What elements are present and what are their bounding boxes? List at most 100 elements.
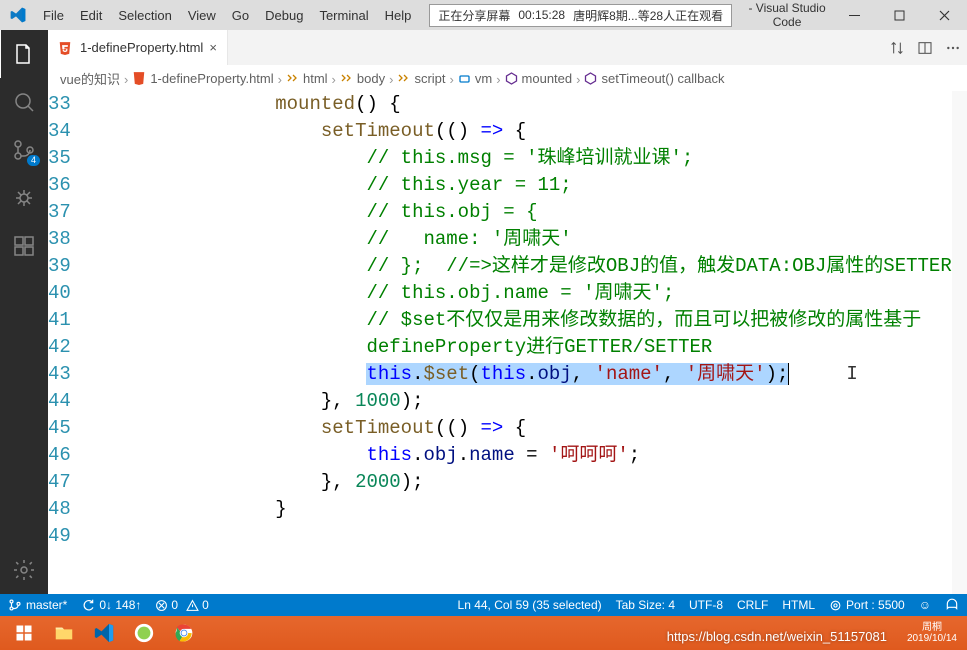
window-title: - Visual Studio Code (732, 1, 832, 29)
code-line: // this.msg = '珠峰培训就业课'; (93, 145, 952, 172)
activity-settings[interactable] (0, 546, 48, 594)
taskbar-explorer[interactable] (46, 619, 82, 647)
symbol-variable-icon (458, 72, 471, 85)
status-sync[interactable]: 0↓ 148↑ (81, 598, 141, 612)
taskbar-app[interactable] (126, 619, 162, 647)
compare-changes-icon[interactable] (883, 30, 911, 65)
code-line: // $set不仅仅是用来修改数据的，而且可以把被修改的属性基于 (93, 307, 952, 334)
activity-bar: 4 (0, 30, 48, 594)
code-line: this.$set(this.obj, 'name', '周啸天'); I (93, 361, 952, 388)
code-line: this.obj.name = '呵呵呵'; (93, 442, 952, 469)
line-number: 33 (48, 91, 71, 118)
line-number: 35 (48, 145, 71, 172)
line-number: 42 (48, 334, 71, 361)
breadcrumb-item[interactable]: mounted (505, 71, 573, 86)
tab-file[interactable]: 1-defineProperty.html × (48, 30, 228, 65)
menu-selection[interactable]: Selection (110, 8, 179, 23)
line-number: 38 (48, 226, 71, 253)
line-number: 43 (48, 361, 71, 388)
line-number: 41 (48, 307, 71, 334)
breadcrumb-item[interactable]: setTimeout() callback (584, 71, 724, 86)
status-eol[interactable]: CRLF (737, 598, 768, 612)
symbol-tag-icon (397, 72, 410, 85)
activity-extensions[interactable] (0, 222, 48, 270)
symbol-tag-icon (286, 72, 299, 85)
minimap-canvas (952, 91, 967, 571)
breadcrumb-item[interactable]: script (397, 71, 445, 86)
code-editor[interactable]: 3334353637383940414243444546474849 mount… (48, 91, 967, 594)
menu-bar: File Edit Selection View Go Debug Termin… (35, 8, 419, 23)
symbol-method-icon (584, 72, 597, 85)
tab-bar: 1-defineProperty.html × (48, 30, 967, 65)
windows-taskbar: https://blog.csdn.net/weixin_51157081 周桐… (0, 616, 967, 650)
line-number: 47 (48, 469, 71, 496)
symbol-method-icon (505, 72, 518, 85)
status-tabsize[interactable]: Tab Size: 4 (616, 598, 675, 612)
window-close-button[interactable] (922, 0, 967, 30)
line-number: 34 (48, 118, 71, 145)
minimap[interactable] (952, 91, 967, 594)
breadcrumb-item[interactable]: html (286, 71, 328, 86)
breadcrumb: vue的知识› 1-defineProperty.html › html› bo… (48, 65, 967, 91)
status-problems[interactable]: 0 0 (155, 598, 208, 612)
title-bar: File Edit Selection View Go Debug Termin… (0, 0, 967, 30)
share-time: 00:15:28 (518, 8, 565, 22)
code-line: // }; //=>这样才是修改OBJ的值，触发DATA:OBJ属性的SETTE… (93, 253, 952, 280)
breadcrumb-item[interactable]: 1-defineProperty.html (132, 71, 273, 86)
breadcrumb-item[interactable]: vue的知识 (60, 69, 120, 88)
activity-scm[interactable]: 4 (0, 126, 48, 174)
status-notifications[interactable] (945, 598, 959, 612)
code-line: // this.obj = { (93, 199, 952, 226)
code-line: }, 1000); (93, 388, 952, 415)
status-lang[interactable]: HTML (782, 598, 815, 612)
activity-explorer[interactable] (0, 30, 49, 78)
line-number: 37 (48, 199, 71, 226)
line-number-gutter: 3334353637383940414243444546474849 (48, 91, 93, 594)
status-branch[interactable]: master* (8, 598, 67, 612)
tab-close-icon[interactable]: × (209, 40, 217, 55)
code-content[interactable]: mounted() { setTimeout(() => { // this.m… (93, 91, 952, 594)
code-line: defineProperty进行GETTER/SETTER (93, 334, 952, 361)
menu-terminal[interactable]: Terminal (311, 8, 376, 23)
code-line: // this.obj.name = '周啸天'; (93, 280, 952, 307)
more-actions-icon[interactable] (939, 30, 967, 65)
menu-file[interactable]: File (35, 8, 72, 23)
status-port[interactable]: Port : 5500 (829, 598, 905, 612)
menu-go[interactable]: Go (224, 8, 257, 23)
breadcrumb-item[interactable]: vm (458, 71, 492, 86)
html-file-icon (132, 71, 146, 85)
breadcrumb-item[interactable]: body (340, 71, 385, 86)
split-editor-icon[interactable] (911, 30, 939, 65)
code-line: } (93, 496, 952, 523)
window-maximize-button[interactable] (877, 0, 922, 30)
line-number: 45 (48, 415, 71, 442)
code-line: mounted() { (93, 91, 952, 118)
line-number: 49 (48, 523, 71, 550)
code-line: // this.year = 11; (93, 172, 952, 199)
share-people: 唐明辉8期...等28人正在观看 (573, 7, 723, 24)
html-file-icon (58, 41, 74, 55)
start-button[interactable] (6, 619, 42, 647)
screen-share-banner[interactable]: 正在分享屏幕 00:15:28 唐明辉8期...等28人正在观看 (429, 4, 732, 27)
taskbar-vscode[interactable] (86, 619, 122, 647)
tab-label: 1-defineProperty.html (80, 40, 203, 55)
window-minimize-button[interactable] (832, 0, 877, 30)
status-bar: master* 0↓ 148↑ 0 0 Ln 44, Col 59 (35 se… (0, 594, 967, 616)
menu-help[interactable]: Help (377, 8, 420, 23)
line-number: 40 (48, 280, 71, 307)
line-number: 48 (48, 496, 71, 523)
status-feedback[interactable]: ☺ (919, 598, 931, 612)
activity-search[interactable] (0, 78, 48, 126)
menu-edit[interactable]: Edit (72, 8, 110, 23)
taskbar-chrome[interactable] (166, 619, 202, 647)
menu-view[interactable]: View (180, 8, 224, 23)
status-cursor[interactable]: Ln 44, Col 59 (35 selected) (458, 598, 602, 612)
code-line: }, 2000); (93, 469, 952, 496)
menu-debug[interactable]: Debug (257, 8, 311, 23)
activity-debug[interactable] (0, 174, 48, 222)
watermark: https://blog.csdn.net/weixin_51157081 (667, 629, 887, 644)
code-line: setTimeout(() => { (93, 415, 952, 442)
taskbar-clock[interactable]: 周桐 2019/10/14 (901, 622, 963, 644)
symbol-tag-icon (340, 72, 353, 85)
status-encoding[interactable]: UTF-8 (689, 598, 723, 612)
